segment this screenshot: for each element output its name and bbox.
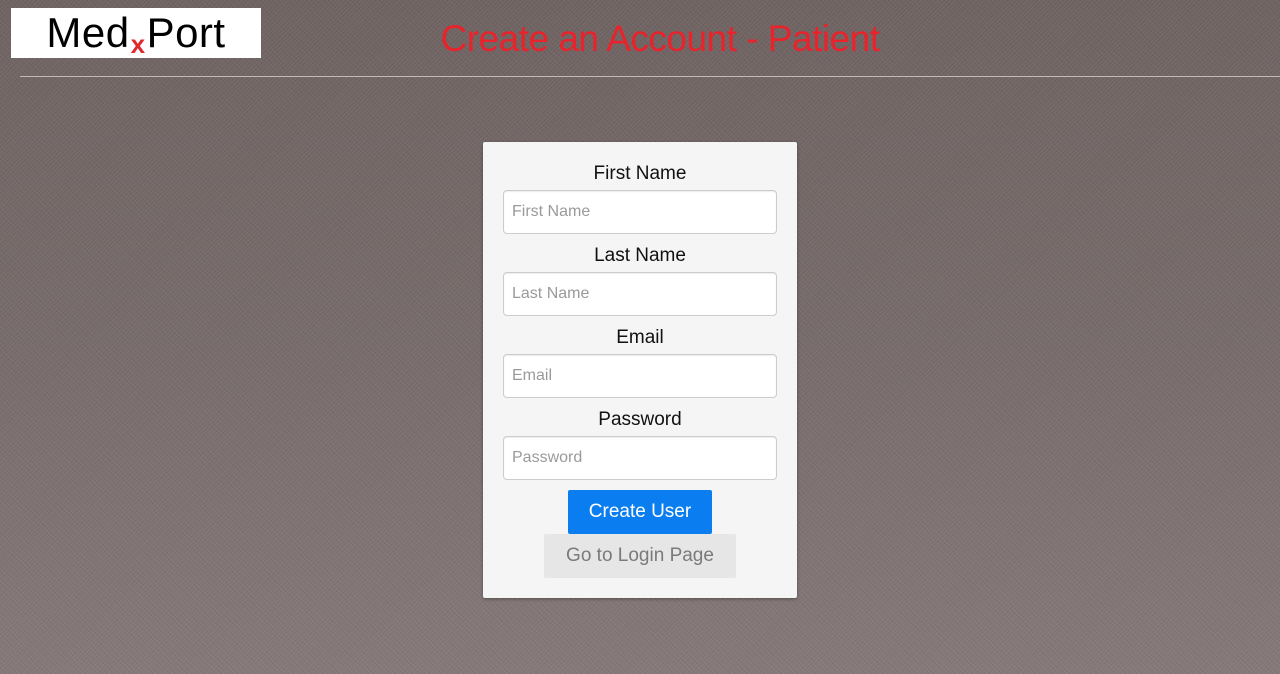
last-name-label: Last Name xyxy=(594,245,686,266)
logo-part-x: x xyxy=(130,29,146,59)
logo: MedxPort xyxy=(11,8,261,58)
page-title: Create an Account - Patient xyxy=(440,18,881,59)
first-name-input[interactable] xyxy=(503,190,777,234)
signup-form-card: First Name Last Name Email Password Crea… xyxy=(483,142,797,598)
create-user-button[interactable]: Create User xyxy=(568,490,712,534)
logo-part-port: Port xyxy=(146,9,226,56)
last-name-input[interactable] xyxy=(503,272,777,316)
logo-text: MedxPort xyxy=(46,9,226,58)
password-label: Password xyxy=(598,409,682,430)
password-input[interactable] xyxy=(503,436,777,480)
first-name-label: First Name xyxy=(593,163,687,184)
logo-part-med: Med xyxy=(46,9,130,56)
header-divider xyxy=(20,76,1280,77)
email-input[interactable] xyxy=(503,354,777,398)
go-to-login-button[interactable]: Go to Login Page xyxy=(544,534,736,578)
email-label: Email xyxy=(616,327,664,348)
